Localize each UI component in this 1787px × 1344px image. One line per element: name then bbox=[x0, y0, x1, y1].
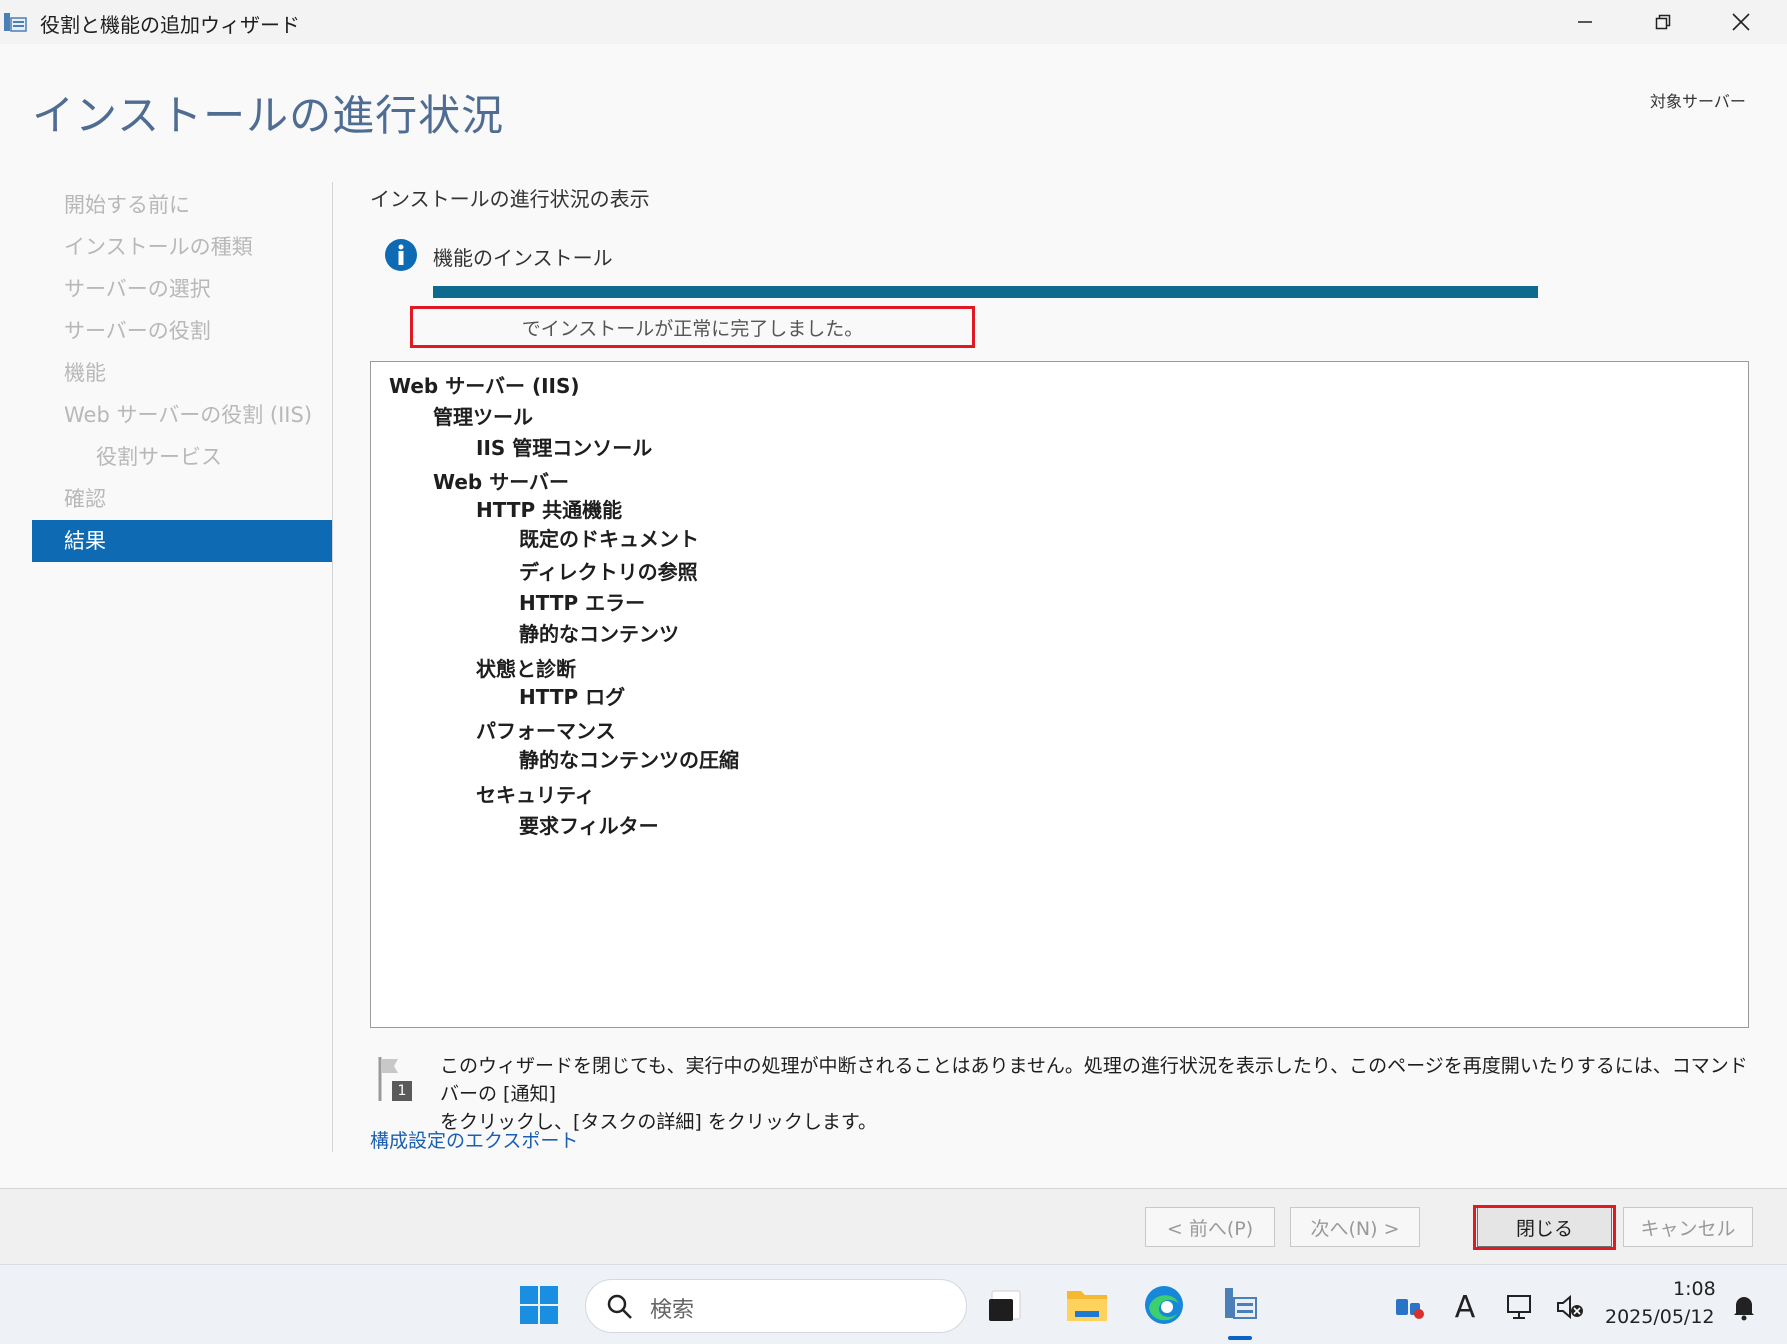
export-config-link[interactable]: 構成設定のエクスポート bbox=[370, 1126, 578, 1153]
previous-button[interactable]: < 前へ(P) bbox=[1145, 1207, 1275, 1247]
result-item: パフォーマンス bbox=[476, 719, 616, 743]
edge-icon bbox=[1145, 1286, 1183, 1324]
nav-item-before-you-begin: 開始する前に bbox=[64, 193, 190, 217]
next-button[interactable]: 次へ(N) > bbox=[1290, 1207, 1420, 1247]
clock-date[interactable]: 2025/05/12 bbox=[1605, 1306, 1715, 1328]
server-manager-icon bbox=[1225, 1288, 1257, 1319]
result-item: 既定のドキュメント bbox=[519, 527, 699, 551]
status-highlight: でインストールが正常に完了しました。 bbox=[410, 306, 975, 348]
taskbar-search[interactable]: 検索 bbox=[585, 1279, 967, 1333]
monitor-icon bbox=[1507, 1295, 1531, 1319]
nav-item-role-services: 役割サービス bbox=[96, 445, 222, 469]
result-item: セキュリティ bbox=[476, 783, 595, 807]
results-list[interactable]: Web サーバー (IIS) 管理ツール IIS 管理コンソール Web サーバー HT… bbox=[370, 361, 1749, 1028]
window-title: 役割と機能の追加ウィザード bbox=[40, 13, 300, 37]
ime-indicator[interactable]: A bbox=[1448, 1290, 1482, 1325]
install-label: 機能のインストール bbox=[433, 246, 613, 270]
title-bar: 役割と機能の追加ウィザード bbox=[0, 0, 1787, 44]
minimize-icon bbox=[1578, 21, 1592, 23]
server-manager-icon bbox=[4, 13, 27, 32]
progress-bar bbox=[433, 286, 1538, 298]
speaker-muted-icon bbox=[1557, 1294, 1583, 1320]
nav-item-results[interactable]: 結果 bbox=[32, 520, 332, 562]
result-item: ディレクトリの参照 bbox=[519, 560, 698, 584]
result-item: IIS 管理コンソール bbox=[476, 436, 653, 460]
clock-time[interactable]: 1:08 bbox=[1673, 1278, 1716, 1300]
task-view-button[interactable] bbox=[982, 1281, 1030, 1329]
wizard-nav: 開始する前に インストールの種類 サーバーの選択 サーバーの役割 機能 Web … bbox=[32, 184, 332, 562]
windows-logo-icon bbox=[520, 1286, 558, 1324]
tray-network-icon[interactable] bbox=[1393, 1290, 1427, 1324]
close-button[interactable]: 閉じる bbox=[1477, 1207, 1612, 1247]
nav-item-confirmation: 確認 bbox=[64, 487, 106, 511]
restore-button[interactable] bbox=[1624, 0, 1702, 44]
nav-item-features: 機能 bbox=[64, 361, 106, 385]
close-note: このウィザードを閉じても、実行中の処理が中断されることはありません。処理の進行状… bbox=[440, 1052, 1750, 1136]
folder-icon bbox=[1067, 1291, 1107, 1321]
info-icon bbox=[385, 239, 417, 271]
notification-badge: 1 bbox=[397, 1083, 407, 1099]
notification-flag-icon: 1 bbox=[376, 1055, 416, 1103]
result-item: HTTP ログ bbox=[519, 685, 626, 709]
result-item: 要求フィルター bbox=[519, 814, 659, 838]
nav-item-web-server-role: Web サーバーの役割 (IIS) bbox=[64, 403, 313, 427]
nav-item-server-roles: サーバーの役割 bbox=[64, 319, 211, 343]
close-note-line-1: このウィザードを閉じても、実行中の処理が中断されることはありません。処理の進行状… bbox=[440, 1055, 1748, 1105]
close-icon bbox=[1732, 13, 1750, 31]
start-button[interactable] bbox=[515, 1281, 563, 1329]
result-item: 静的なコンテンツの圧縮 bbox=[519, 748, 739, 772]
cancel-button[interactable]: キャンセル bbox=[1623, 1207, 1753, 1247]
result-item: Web サーバー bbox=[433, 470, 569, 494]
minimize-button[interactable] bbox=[1546, 0, 1624, 44]
close-note-line-2: をクリックし、[タスクの詳細] をクリックします。 bbox=[440, 1111, 877, 1133]
server-manager-taskbar-button[interactable] bbox=[1216, 1281, 1264, 1329]
target-server-label: 対象サーバー bbox=[1650, 92, 1746, 111]
nav-divider bbox=[332, 182, 333, 1152]
result-item: HTTP エラー bbox=[519, 591, 646, 615]
result-item: 状態と診断 bbox=[476, 657, 576, 681]
task-view-icon bbox=[989, 1290, 1021, 1321]
result-item: HTTP 共通機能 bbox=[476, 498, 623, 522]
search-icon bbox=[607, 1294, 632, 1319]
edge-browser-button[interactable] bbox=[1140, 1281, 1188, 1329]
active-app-indicator bbox=[1228, 1336, 1252, 1340]
result-item: Web サーバー (IIS) bbox=[389, 374, 580, 398]
nav-item-server-selection: サーバーの選択 bbox=[64, 277, 211, 301]
display-icon[interactable] bbox=[1504, 1290, 1538, 1324]
network-status-icon bbox=[1396, 1299, 1424, 1319]
nav-item-installation-type: インストールの種類 bbox=[64, 235, 253, 259]
progress-fill bbox=[433, 286, 1538, 298]
result-item: 静的なコンテンツ bbox=[519, 622, 679, 646]
section-heading: インストールの進行状況の表示 bbox=[370, 187, 650, 211]
page-title: インストールの進行状況 bbox=[32, 91, 505, 140]
notification-center-button[interactable] bbox=[1727, 1290, 1761, 1324]
notification-bell-icon bbox=[1734, 1297, 1754, 1321]
file-explorer-button[interactable] bbox=[1063, 1281, 1111, 1329]
close-window-button[interactable] bbox=[1702, 0, 1780, 44]
volume-icon[interactable] bbox=[1553, 1290, 1587, 1324]
status-message: でインストールが正常に完了しました。 bbox=[521, 317, 864, 340]
result-item: 管理ツール bbox=[433, 405, 533, 429]
search-placeholder: 検索 bbox=[650, 1298, 695, 1323]
restore-icon bbox=[1655, 14, 1671, 30]
